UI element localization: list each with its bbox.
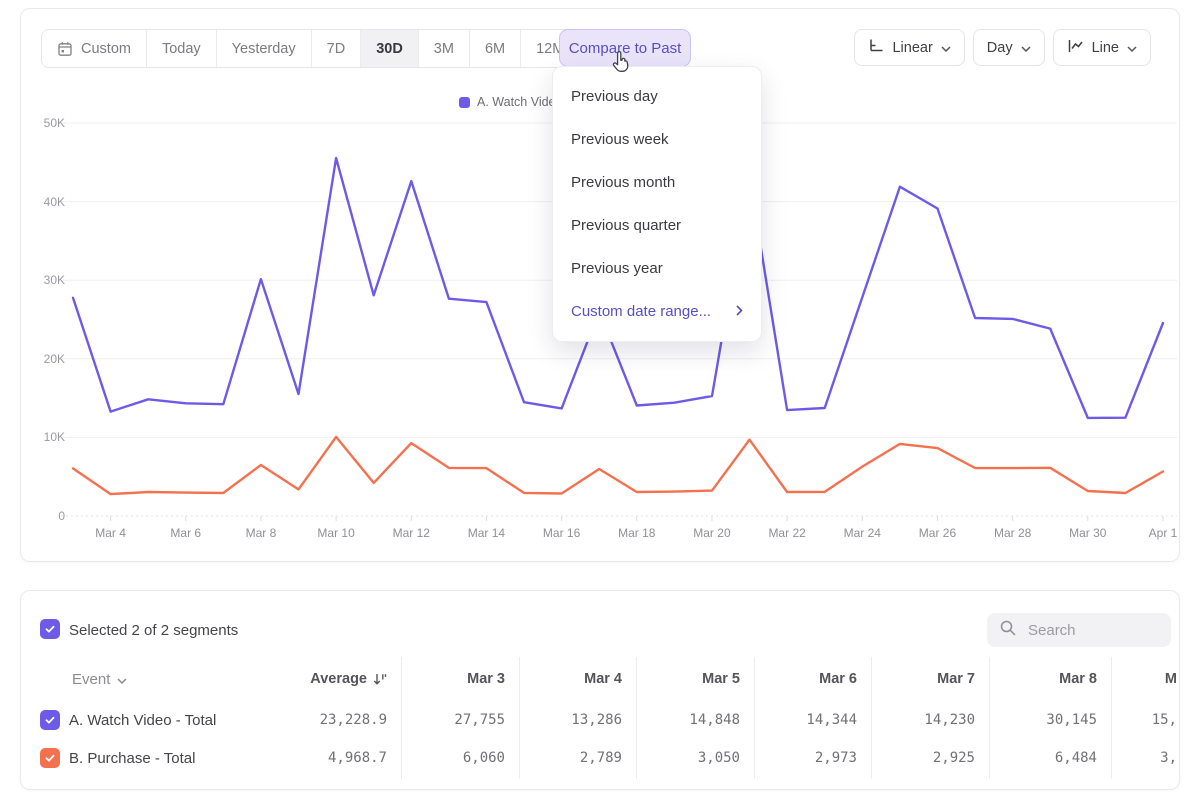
cell: 6,060 xyxy=(385,739,505,777)
segments-table-panel: Selected 2 of 2 segments Event Average Ma… xyxy=(20,590,1180,790)
column-header-label: Mar 6 xyxy=(819,671,857,687)
x-tick-label: Apr 1 xyxy=(1135,526,1180,540)
y-tick-label: 50K xyxy=(21,116,65,130)
x-tick-label: Mar 20 xyxy=(684,526,740,540)
column-divider xyxy=(871,657,872,779)
x-tick-label: Mar 30 xyxy=(1060,526,1116,540)
column-divider xyxy=(636,657,637,779)
column-header-label: Mar 7 xyxy=(937,671,975,687)
x-tick-label: Mar 10 xyxy=(308,526,364,540)
table-header-row: Event Average Mar 3 Mar 4 Mar 5 Mar 6 Mar 7 Ma… xyxy=(21,661,1179,697)
x-tick-label: Mar 16 xyxy=(534,526,590,540)
x-tick-label: Mar 18 xyxy=(609,526,665,540)
x-tick-label: Mar 22 xyxy=(759,526,815,540)
search-box xyxy=(987,613,1171,647)
column-header-mar-7[interactable]: Mar 7 xyxy=(865,661,975,697)
column-header-mar-5[interactable]: Mar 5 xyxy=(630,661,740,697)
column-header-mar-8[interactable]: Mar 8 xyxy=(987,661,1097,697)
column-divider xyxy=(754,657,755,779)
cell: 13,286 xyxy=(502,701,622,739)
cell: 4,968.7 xyxy=(267,739,387,777)
column-header-event[interactable]: Event xyxy=(72,661,127,697)
cursor-pointer-icon xyxy=(610,49,634,80)
menu-item-previous-month[interactable]: Previous month xyxy=(553,161,761,204)
column-header-label: Mar 8 xyxy=(1059,671,1097,687)
column-header-mar-4[interactable]: Mar 4 xyxy=(512,661,622,697)
row-name: A. Watch Video - Total xyxy=(69,701,216,739)
x-tick-label: Mar 8 xyxy=(233,526,289,540)
x-tick-label: Mar 14 xyxy=(458,526,514,540)
column-divider xyxy=(1111,657,1112,779)
cell: 3, xyxy=(1117,739,1177,777)
x-tick-label: Mar 12 xyxy=(383,526,439,540)
x-tick-label: Mar 24 xyxy=(834,526,890,540)
x-tick-label: Mar 28 xyxy=(985,526,1041,540)
cell: 3,050 xyxy=(620,739,740,777)
column-header-truncated: M xyxy=(1117,661,1177,697)
compare-dropdown-menu: Previous dayPrevious weekPrevious monthP… xyxy=(552,66,762,342)
menu-item-previous-day[interactable]: Previous day xyxy=(553,75,761,118)
cell: 2,925 xyxy=(855,739,975,777)
custom-date-range-label: Custom date range... xyxy=(571,303,711,320)
cell: 14,344 xyxy=(737,701,857,739)
select-all-checkbox[interactable] xyxy=(40,619,60,639)
cell: 14,848 xyxy=(620,701,740,739)
selected-segments-label: Selected 2 of 2 segments xyxy=(69,613,238,647)
x-tick-label: Mar 4 xyxy=(83,526,139,540)
chevron-right-icon xyxy=(736,303,743,320)
chevron-down-icon xyxy=(117,671,127,688)
menu-item-custom-date-range[interactable]: Custom date range... xyxy=(553,290,761,333)
event-header-label: Event xyxy=(72,671,110,688)
column-divider xyxy=(989,657,990,779)
menu-item-previous-quarter[interactable]: Previous quarter xyxy=(553,204,761,247)
column-header-mar-6[interactable]: Mar 6 xyxy=(747,661,857,697)
y-tick-label: 10K xyxy=(21,430,65,444)
row-checkbox[interactable] xyxy=(40,710,60,730)
sort-descending-icon xyxy=(373,673,387,686)
column-header-label: Average xyxy=(310,671,367,687)
y-tick-label: 40K xyxy=(21,195,65,209)
y-tick-label: 30K xyxy=(21,273,65,287)
cell: 27,755 xyxy=(385,701,505,739)
cell: 14,230 xyxy=(855,701,975,739)
cell: 15, xyxy=(1117,701,1177,739)
x-tick-label: Mar 6 xyxy=(158,526,214,540)
column-header-label: Mar 4 xyxy=(584,671,622,687)
table-row: B. Purchase - Total 4,968.76,0602,7893,05… xyxy=(21,739,1179,777)
cell: 30,145 xyxy=(977,701,1097,739)
cell: 6,484 xyxy=(977,739,1097,777)
column-header-label: Mar 3 xyxy=(467,671,505,687)
column-header-label: M xyxy=(1165,671,1177,687)
x-tick-label: Mar 26 xyxy=(909,526,965,540)
table-row: A. Watch Video - Total 23,228.927,75513,2… xyxy=(21,701,1179,739)
row-name: B. Purchase - Total xyxy=(69,739,195,777)
row-checkbox[interactable] xyxy=(40,748,60,768)
cell: 2,789 xyxy=(502,739,622,777)
column-header-average[interactable]: Average xyxy=(277,661,387,697)
column-header-label: Mar 5 xyxy=(702,671,740,687)
y-tick-label: 20K xyxy=(21,352,65,366)
menu-item-previous-year[interactable]: Previous year xyxy=(553,247,761,290)
column-divider xyxy=(401,657,402,779)
cell: 2,973 xyxy=(737,739,857,777)
search-input[interactable] xyxy=(1026,621,1150,640)
column-header-mar-3[interactable]: Mar 3 xyxy=(395,661,505,697)
column-divider xyxy=(519,657,520,779)
search-icon xyxy=(999,619,1017,642)
check-icon xyxy=(44,623,56,635)
menu-item-previous-week[interactable]: Previous week xyxy=(553,118,761,161)
cell: 23,228.9 xyxy=(267,701,387,739)
y-tick-label: 0 xyxy=(21,509,65,523)
